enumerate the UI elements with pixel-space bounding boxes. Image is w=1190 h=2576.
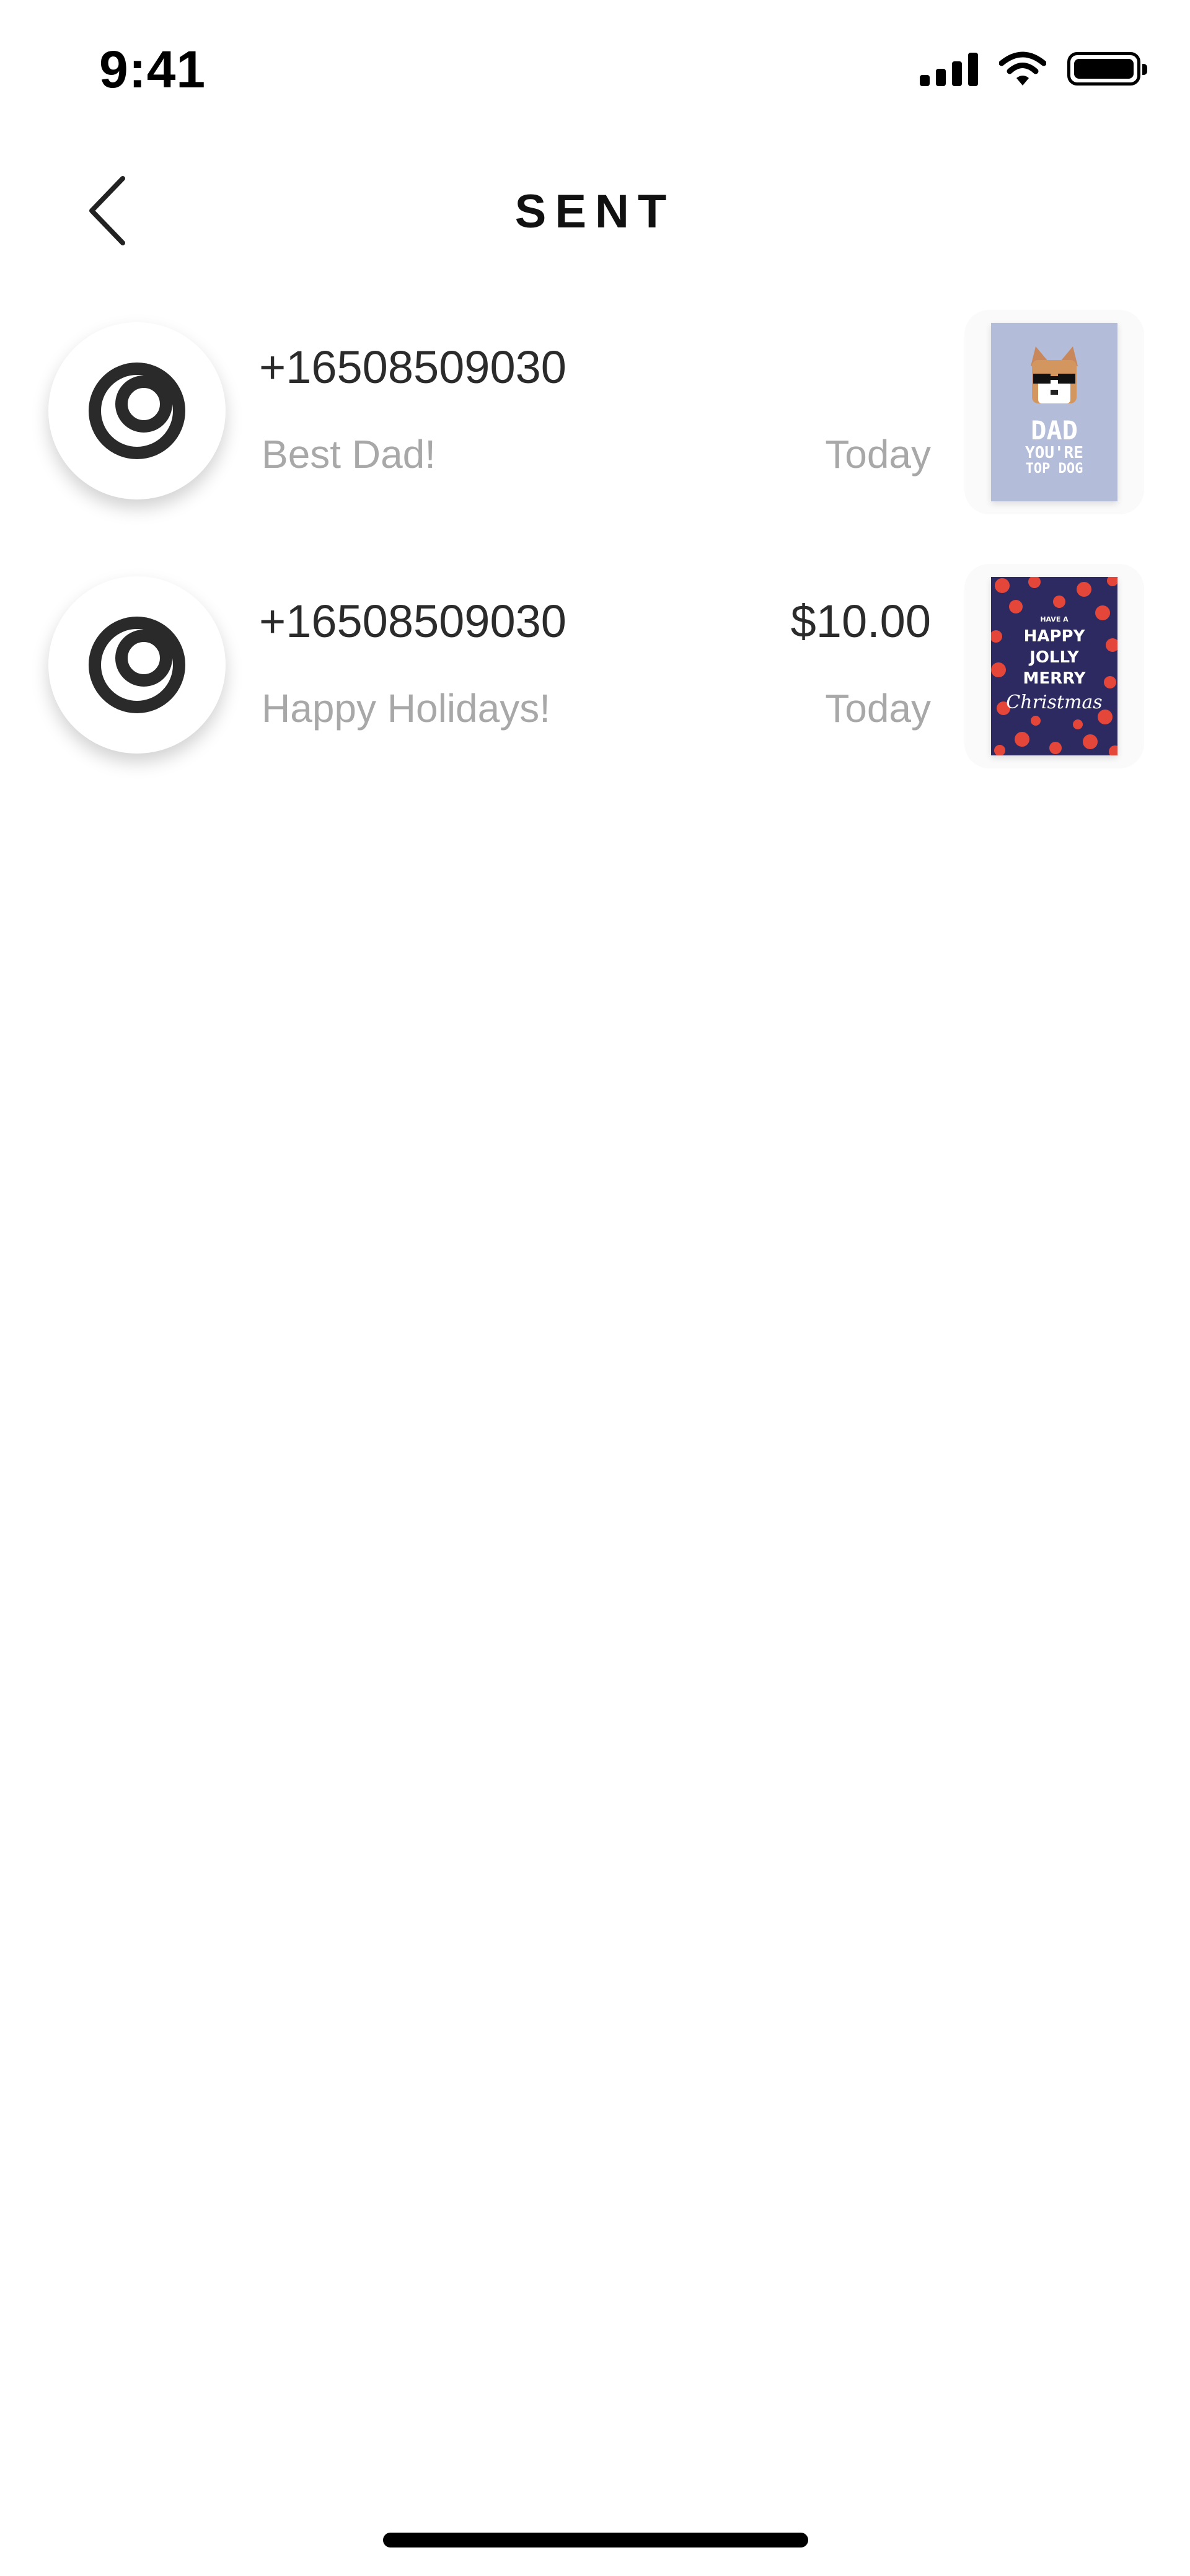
- avatar: [48, 322, 226, 499]
- card-line: YOU'RE: [1025, 444, 1083, 462]
- card-line: JOLLY: [1028, 648, 1080, 667]
- card-image: DAD YOU'RE TOP DOG: [991, 323, 1117, 501]
- recipient-phone: +16508509030: [259, 596, 566, 647]
- card-message: Happy Holidays!: [262, 686, 550, 731]
- card-thumbnail[interactable]: DAD YOU'RE TOP DOG: [964, 310, 1144, 514]
- christmas-card-art: HAVE A HAPPY JOLLY MERRY Christmas: [991, 577, 1117, 755]
- nav-bar: SENT: [0, 149, 1190, 273]
- sent-date: Today: [825, 686, 931, 731]
- recipient-phone: +16508509030: [259, 341, 566, 393]
- status-bar: 9:41: [0, 0, 1190, 136]
- card-message: Best Dad!: [262, 432, 436, 477]
- card-thumbnail[interactable]: HAVE A HAPPY JOLLY MERRY Christmas: [964, 564, 1144, 768]
- gift-amount: $10.00: [790, 596, 931, 647]
- sent-date: Today: [825, 432, 931, 477]
- cellular-signal-icon: [920, 51, 978, 86]
- card-line: Christmas: [1006, 692, 1102, 713]
- card-line: TOP DOG: [1026, 461, 1083, 477]
- card-line: HAPPY: [1024, 627, 1086, 646]
- status-icons: [920, 51, 1147, 87]
- home-indicator[interactable]: [383, 2533, 808, 2547]
- list-item[interactable]: +16508509030 Best Dad! Today DAD YOU'RE: [0, 310, 1190, 514]
- card-line: MERRY: [1023, 669, 1086, 688]
- card-image: HAVE A HAPPY JOLLY MERRY Christmas: [991, 577, 1117, 755]
- battery-icon: [1067, 52, 1147, 86]
- wifi-icon: [999, 51, 1046, 86]
- page-title: SENT: [514, 185, 676, 238]
- dog-card-art: DAD YOU'RE TOP DOG: [991, 323, 1117, 501]
- swirl-logo-icon: [89, 363, 185, 459]
- list-item[interactable]: +16508509030 $10.00 Happy Holidays! Toda…: [0, 564, 1190, 768]
- avatar: [48, 576, 226, 754]
- card-line: DAD: [1031, 415, 1078, 446]
- card-line: HAVE A: [1040, 615, 1069, 623]
- status-time: 9:41: [99, 40, 206, 99]
- swirl-logo-icon: [89, 617, 185, 713]
